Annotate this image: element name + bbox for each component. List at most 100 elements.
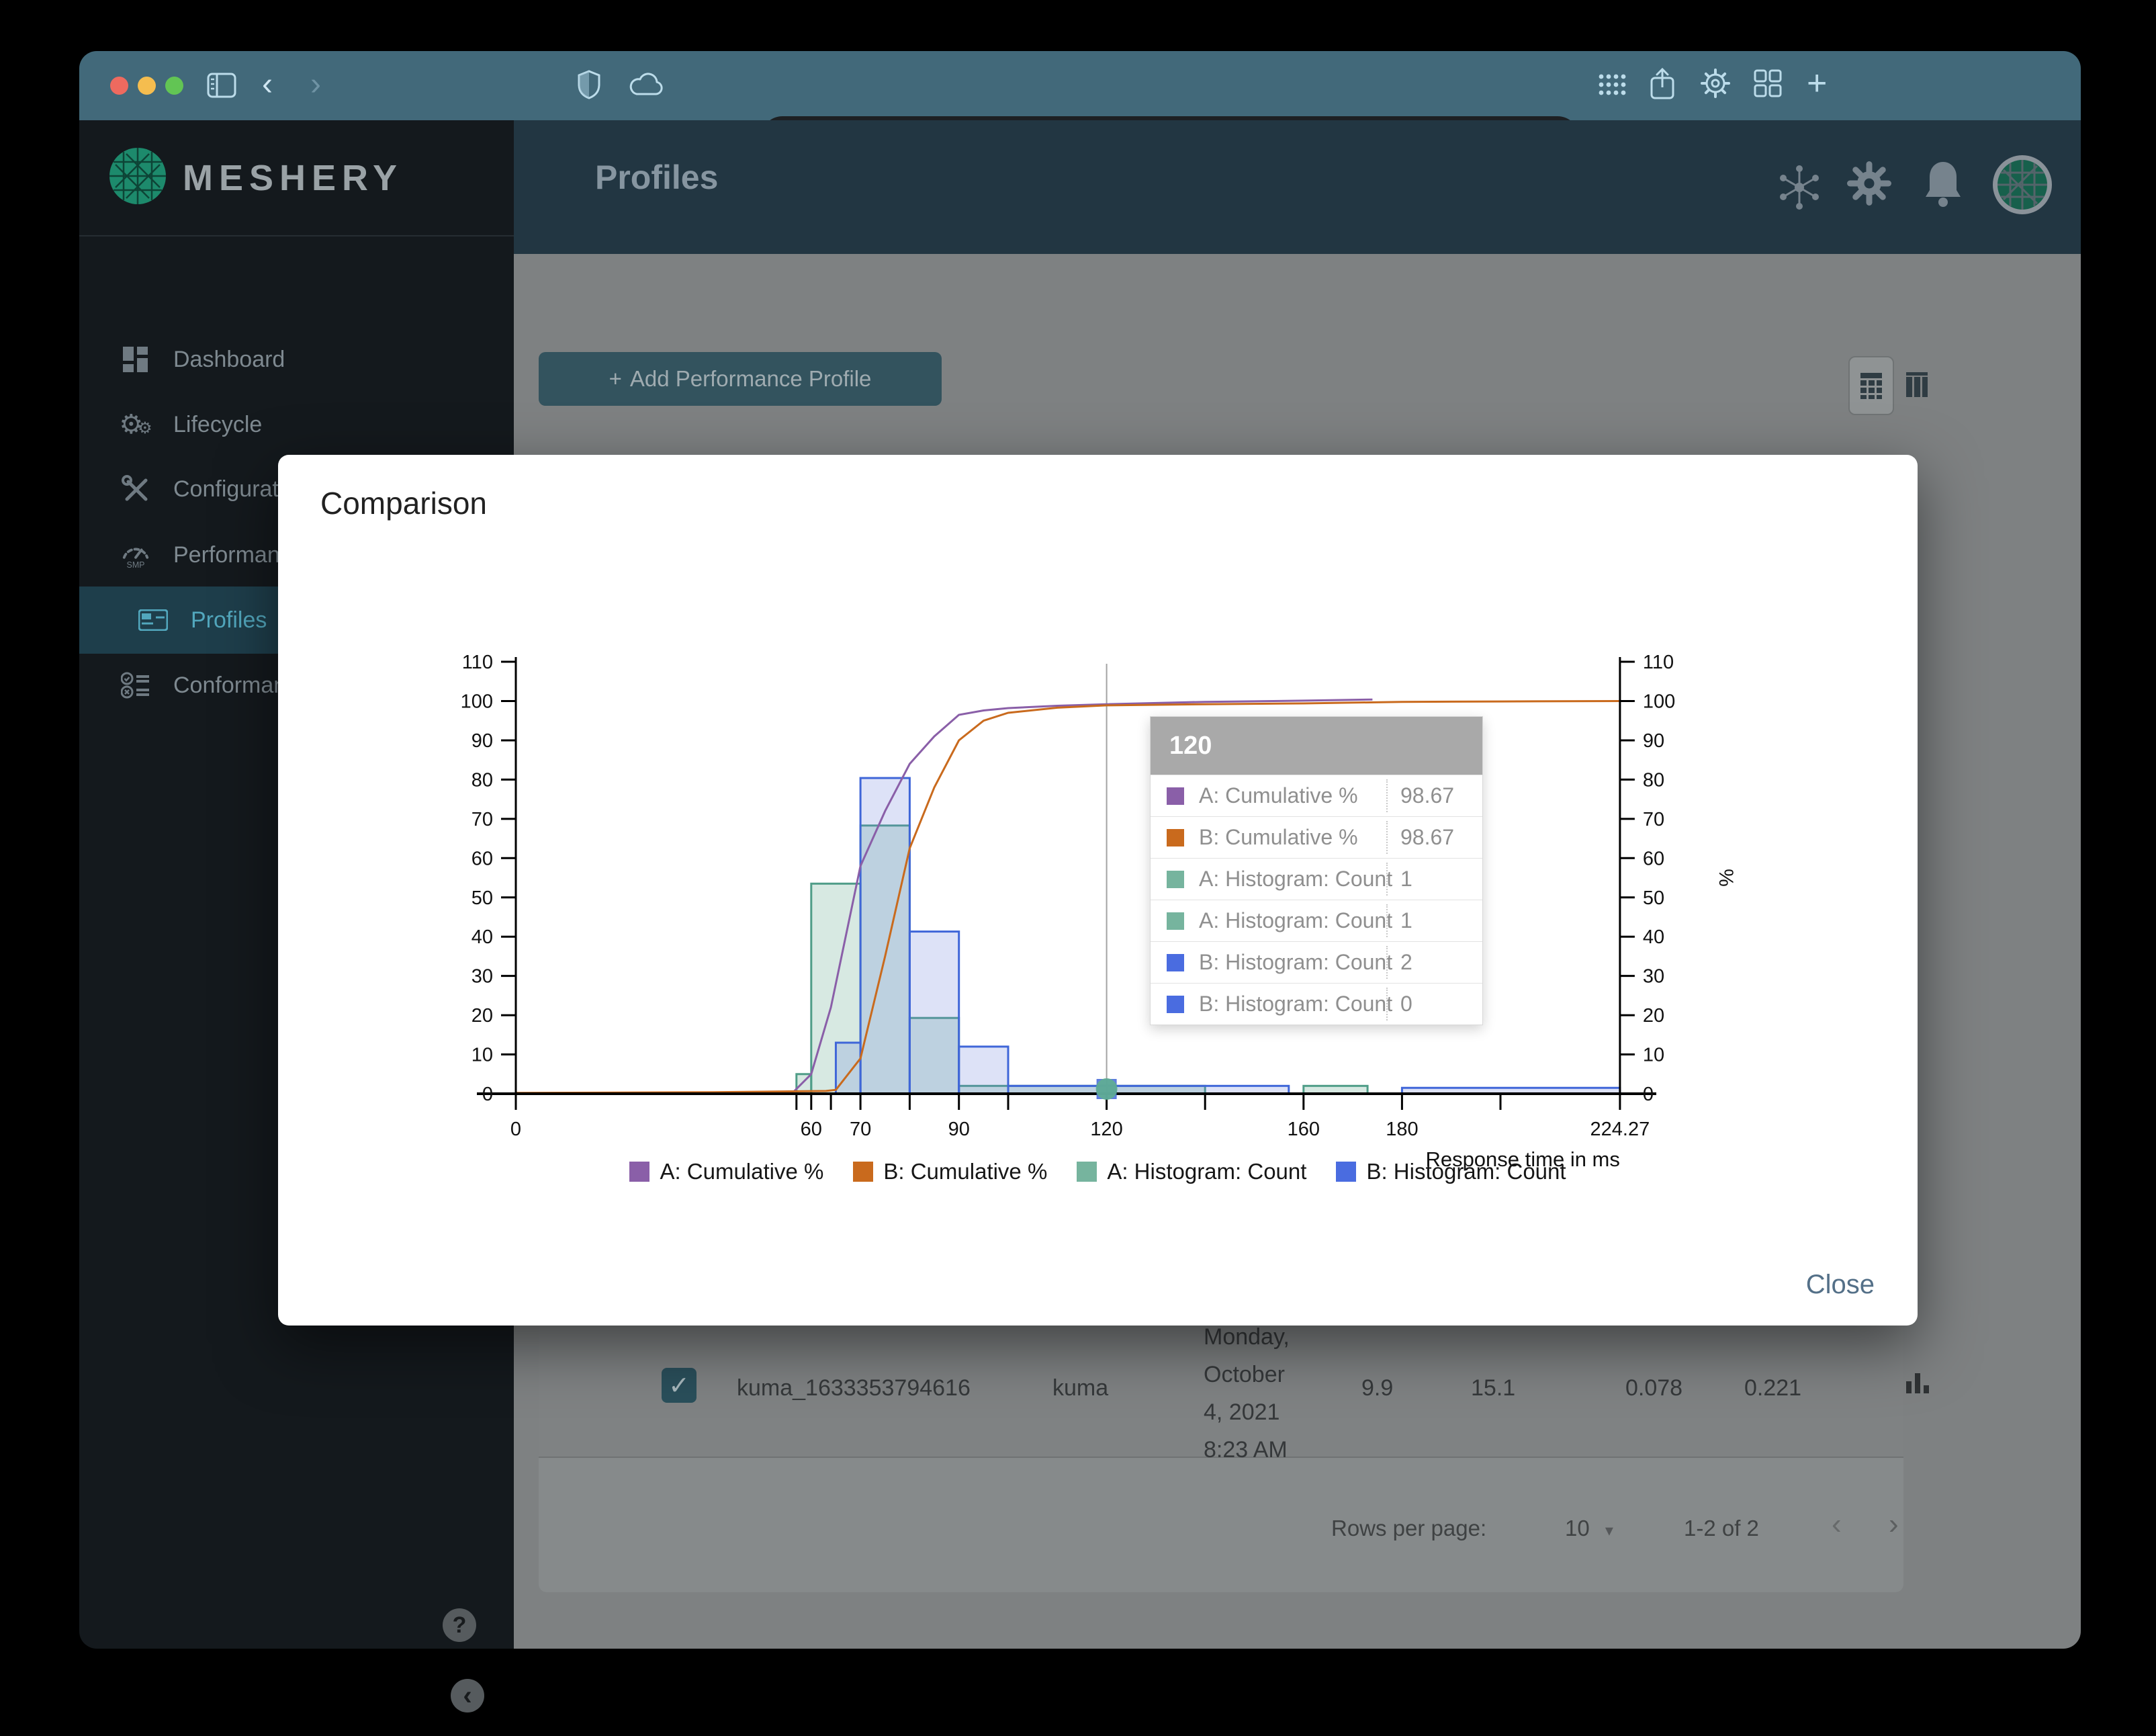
svg-text:224.27: 224.27 bbox=[1590, 1119, 1650, 1140]
rows-per-page-select[interactable]: 10 ▾ bbox=[1565, 1516, 1613, 1541]
svg-text:110: 110 bbox=[462, 652, 493, 673]
chevron-left-icon: ‹ bbox=[1832, 1508, 1842, 1540]
svg-text:40: 40 bbox=[1643, 926, 1664, 948]
tooltip-row: A: Histogram: Count 1 bbox=[1151, 900, 1482, 941]
mesh-adapters-icon[interactable] bbox=[1775, 163, 1824, 215]
next-page-button[interactable]: › bbox=[1889, 1508, 1899, 1541]
tooltip-value: 2 bbox=[1400, 950, 1412, 974]
tooltip-value: 98.67 bbox=[1400, 825, 1455, 849]
page-title: Profiles bbox=[595, 159, 719, 196]
legend-label: B: Histogram: Count bbox=[1366, 1159, 1566, 1184]
legend-item[interactable]: B: Cumulative % bbox=[853, 1159, 1047, 1184]
tooltip-separator bbox=[1386, 988, 1388, 1021]
pagination-range: 1-2 of 2 bbox=[1684, 1516, 1759, 1540]
help-button[interactable]: ? bbox=[443, 1608, 476, 1642]
svg-text:30: 30 bbox=[1643, 966, 1664, 988]
rows-per-page-value: 10 bbox=[1565, 1516, 1590, 1540]
browser-chrome: ‹ › localhost:9081/performance/profiles … bbox=[79, 51, 2081, 159]
series-swatch bbox=[1167, 953, 1184, 971]
prev-page-button[interactable]: ‹ bbox=[1832, 1508, 1842, 1541]
shield-icon[interactable] bbox=[578, 70, 600, 103]
row-checkbox[interactable]: ✓ bbox=[662, 1368, 697, 1403]
svg-text:90: 90 bbox=[471, 730, 493, 752]
notifications-bell-icon[interactable] bbox=[1922, 158, 1965, 212]
legend-swatch bbox=[1336, 1162, 1357, 1182]
legend-swatch bbox=[853, 1162, 874, 1182]
tooltip-label: A: Cumulative % bbox=[1199, 783, 1358, 808]
cloud-icon[interactable] bbox=[629, 73, 664, 100]
tooltip-row: B: Cumulative % 98.67 bbox=[1151, 816, 1482, 858]
svg-text:10: 10 bbox=[1643, 1045, 1664, 1066]
chevron-right-icon: › bbox=[1889, 1508, 1899, 1540]
add-performance-profile-label: Add Performance Profile bbox=[629, 366, 872, 391]
row-p99: 0.221 bbox=[1744, 1375, 1802, 1401]
svg-text:60: 60 bbox=[801, 1119, 822, 1140]
svg-text:90: 90 bbox=[1643, 730, 1664, 752]
sidebar-collapse-button[interactable]: ‹ bbox=[451, 1679, 484, 1712]
close-window-button[interactable] bbox=[110, 77, 128, 95]
tooltip-value: 98.67 bbox=[1400, 783, 1455, 808]
legend-label: A: Cumulative % bbox=[660, 1159, 824, 1184]
grid-view-toggle[interactable] bbox=[1848, 356, 1894, 415]
chart-legend: A: Cumulative % B: Cumulative % A: Histogr… bbox=[278, 1159, 1918, 1184]
svg-text:160: 160 bbox=[1288, 1119, 1320, 1140]
minimize-window-button[interactable] bbox=[138, 77, 156, 95]
svg-text:180: 180 bbox=[1386, 1119, 1418, 1140]
series-swatch bbox=[1167, 995, 1184, 1013]
tooltip-label: B: Histogram: Count bbox=[1199, 950, 1393, 974]
dashboard-icon bbox=[121, 347, 150, 372]
legend-label: B: Cumulative % bbox=[883, 1159, 1048, 1184]
tooltip-separator bbox=[1386, 779, 1388, 812]
svg-text:70: 70 bbox=[1643, 809, 1664, 830]
svg-text:30: 30 bbox=[471, 966, 493, 988]
table-row[interactable]: ✓ kuma_1633353794616 kuma Monday, October… bbox=[539, 1311, 1929, 1463]
modal-title: Comparison bbox=[320, 486, 487, 521]
forward-button[interactable]: › bbox=[310, 66, 321, 103]
maximize-window-button[interactable] bbox=[165, 77, 183, 95]
chart-tooltip: 120 A: Cumulative % 98.67 B: Cumulative % 9… bbox=[1150, 716, 1483, 1025]
sidebar-item-label: Dashboard bbox=[173, 346, 285, 372]
close-button[interactable]: Close bbox=[1806, 1270, 1875, 1300]
tab-overview-icon[interactable] bbox=[1753, 69, 1783, 101]
legend-item[interactable]: A: Histogram: Count bbox=[1077, 1159, 1306, 1184]
tooltip-value: 1 bbox=[1400, 867, 1412, 891]
pagination: Rows per page: 10 ▾ 1-2 of 2 ‹ › bbox=[539, 1458, 1903, 1580]
legend-item[interactable]: B: Histogram: Count bbox=[1336, 1159, 1566, 1184]
check-icon: ✓ bbox=[668, 1371, 690, 1400]
tooltip-row: A: Histogram: Count 1 bbox=[1151, 858, 1482, 900]
apps-grid-icon[interactable] bbox=[1599, 74, 1627, 100]
comparison-chart[interactable]: 0 010 1020 2030 3040 4050 5060 6070 7080 8090 9010… bbox=[403, 605, 1773, 1229]
user-avatar[interactable] bbox=[1991, 154, 2053, 219]
conformance-checklist-icon bbox=[121, 672, 150, 699]
brand[interactable]: MESHERY bbox=[79, 120, 514, 236]
series-swatch bbox=[1167, 912, 1184, 930]
sidebar-item-lifecycle[interactable]: ⚙ ⚙ Lifecycle bbox=[79, 396, 514, 453]
tooltip-value: 1 bbox=[1400, 908, 1412, 932]
row-qps: 9.9 bbox=[1361, 1375, 1394, 1401]
meshery-logo-icon bbox=[109, 147, 167, 208]
tooltip-separator bbox=[1386, 821, 1388, 854]
new-tab-icon[interactable]: + bbox=[1807, 63, 1827, 103]
sidebar-item-dashboard[interactable]: Dashboard bbox=[79, 331, 514, 388]
svg-text:20: 20 bbox=[471, 1005, 493, 1027]
settings-icon[interactable] bbox=[1845, 159, 1893, 211]
tooltip-row: A: Cumulative % 98.67 bbox=[1151, 775, 1482, 816]
svg-text:70: 70 bbox=[850, 1119, 871, 1140]
back-button[interactable]: ‹ bbox=[262, 66, 273, 103]
add-performance-profile-button[interactable]: + Add Performance Profile bbox=[539, 352, 942, 406]
share-icon[interactable] bbox=[1650, 67, 1675, 104]
legend-item[interactable]: A: Cumulative % bbox=[629, 1159, 823, 1184]
svg-text:0: 0 bbox=[1643, 1084, 1654, 1105]
row-duration: 15.1 bbox=[1471, 1375, 1516, 1401]
table-view-toggle[interactable] bbox=[1894, 356, 1940, 415]
svg-text:SMP: SMP bbox=[127, 560, 145, 570]
browser-sidebar-toggle-icon[interactable] bbox=[207, 73, 236, 101]
svg-text:100: 100 bbox=[461, 691, 493, 713]
tooltip-row: B: Histogram: Count 0 bbox=[1151, 983, 1482, 1025]
row-p50: 0.078 bbox=[1625, 1375, 1683, 1401]
row-date: Monday, October 4, 2021 8:23 AM bbox=[1204, 1324, 1290, 1463]
settings-gear-icon[interactable] bbox=[1699, 67, 1732, 103]
series-swatch bbox=[1167, 870, 1184, 888]
row-chart-icon[interactable] bbox=[1906, 1373, 1929, 1393]
tooltip-row: B: Histogram: Count 2 bbox=[1151, 941, 1482, 983]
